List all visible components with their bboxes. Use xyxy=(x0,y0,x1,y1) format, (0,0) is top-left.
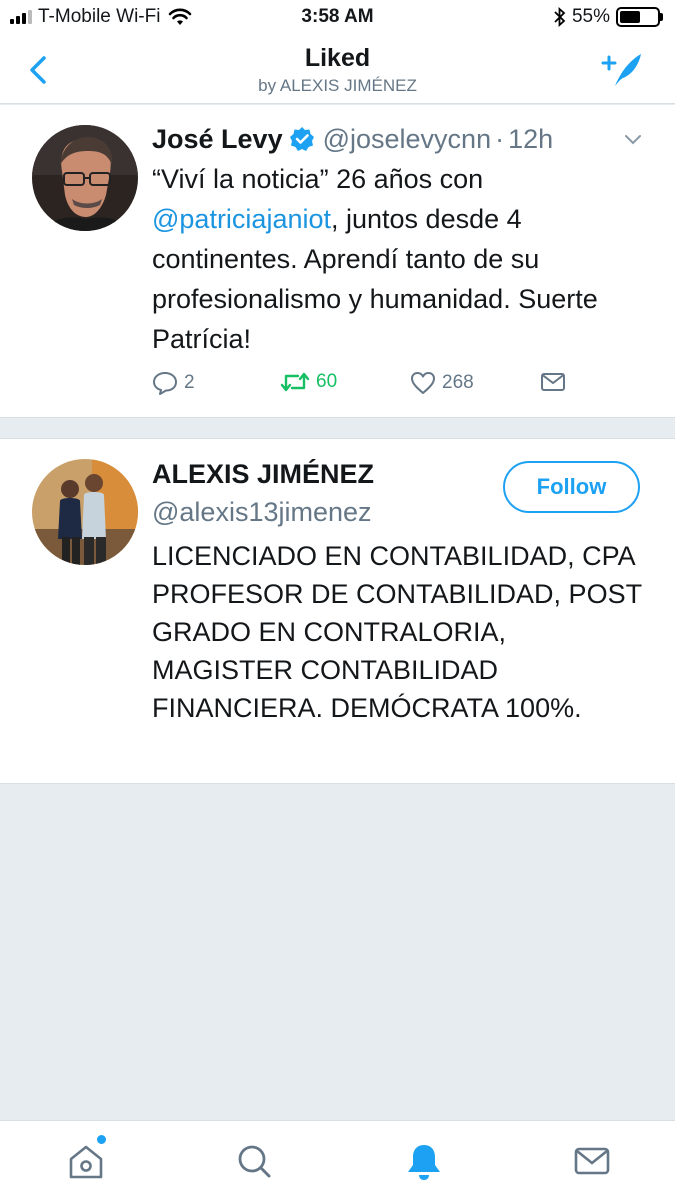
retweet-button[interactable]: 60 xyxy=(280,371,337,393)
compose-tweet-icon[interactable] xyxy=(601,50,645,90)
tab-search[interactable] xyxy=(232,1139,276,1183)
follow-button[interactable]: Follow xyxy=(503,461,640,513)
battery-percent: 55% xyxy=(571,6,610,27)
page-subtitle: by ALEXIS JIMÉNEZ xyxy=(258,76,417,95)
notifications-icon xyxy=(408,1145,440,1180)
user-card[interactable]: ALEXIS JIMÉNEZ @alexis13jimenez Follow L… xyxy=(0,438,675,784)
tweet-author-handle[interactable]: @joselevycnn xyxy=(323,124,492,155)
tweet-text-before: “Viví la noticia” 26 años con xyxy=(152,164,484,194)
tweet-mention-link[interactable]: @patriciajaniot xyxy=(152,204,331,234)
reply-button[interactable]: 2 xyxy=(152,371,195,395)
retweet-icon xyxy=(280,372,310,392)
tab-home[interactable] xyxy=(64,1135,108,1183)
avatar[interactable] xyxy=(32,459,138,565)
status-bar: T-Mobile Wi-Fi 3:58 AM 55% xyxy=(0,0,675,36)
tweet-author-name[interactable]: José Levy xyxy=(152,124,283,155)
retweet-count: 60 xyxy=(316,371,338,392)
chevron-down-icon[interactable] xyxy=(623,133,643,147)
battery-tip xyxy=(660,13,663,21)
tweet-text: “Viví la noticia” 26 años con @patriciaj… xyxy=(152,159,652,359)
tab-bar xyxy=(0,1120,675,1200)
tweet-actions: 2 60 268 xyxy=(152,371,632,403)
search-icon xyxy=(238,1145,271,1178)
avatar-image xyxy=(32,459,138,565)
battery-fill xyxy=(620,11,640,23)
battery-icon xyxy=(616,7,660,27)
reply-count: 2 xyxy=(184,372,195,393)
verified-badge-icon xyxy=(289,127,314,151)
tweet-header: José Levy @joselevycnn · 12h xyxy=(152,119,655,159)
messages-icon xyxy=(574,1147,610,1175)
like-count: 268 xyxy=(442,372,474,393)
bluetooth-icon xyxy=(554,7,566,27)
tweet-separator: · xyxy=(495,123,505,154)
home-icon xyxy=(69,1145,103,1179)
user-handle[interactable]: @alexis13jimenez xyxy=(152,497,372,528)
user-bio: LICENCIADO EN CONTABILIDAD, CPA PROFESOR… xyxy=(152,541,642,723)
tweet-card[interactable]: José Levy @joselevycnn · 12h “Viví la no… xyxy=(0,105,675,418)
tab-notifications[interactable] xyxy=(402,1139,446,1183)
nav-header: Liked by ALEXIS JIMÉNEZ xyxy=(0,36,675,104)
avatar-image xyxy=(32,125,138,231)
notification-dot xyxy=(97,1135,106,1144)
like-button[interactable]: 268 xyxy=(410,371,474,395)
avatar[interactable] xyxy=(32,125,138,231)
tweet-timestamp: 12h xyxy=(508,123,554,154)
page-title: Liked xyxy=(304,44,371,72)
reply-icon xyxy=(153,372,177,395)
tab-messages[interactable] xyxy=(570,1139,614,1183)
envelope-icon xyxy=(541,373,565,391)
direct-message-button[interactable] xyxy=(540,371,566,393)
user-name[interactable]: ALEXIS JIMÉNEZ xyxy=(152,459,374,490)
heart-icon xyxy=(411,372,435,394)
status-right: 55% xyxy=(554,6,663,28)
